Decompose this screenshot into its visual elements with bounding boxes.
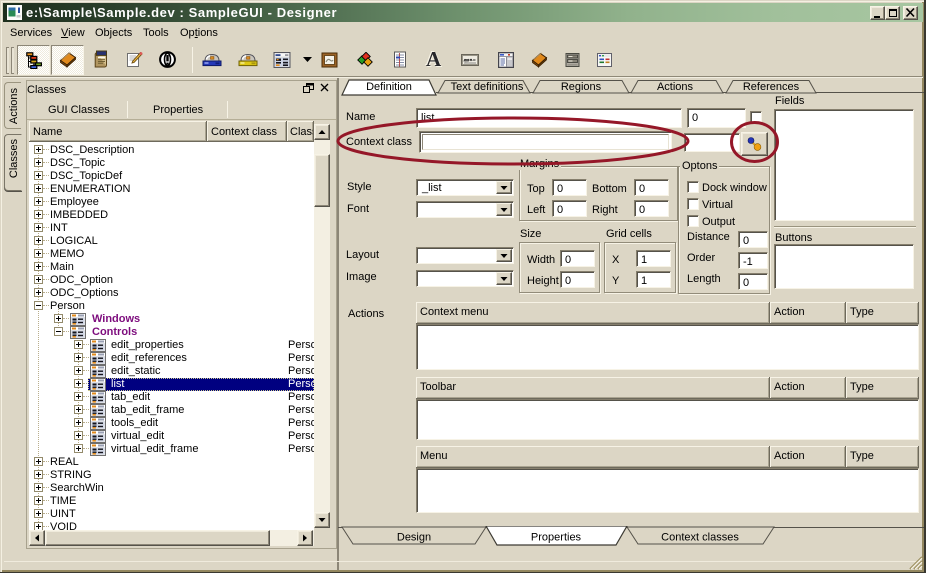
svg-text:Regions: Regions xyxy=(561,81,602,93)
svg-text:Text definitions: Text definitions xyxy=(451,81,524,93)
svg-text:Actions: Actions xyxy=(657,81,694,93)
svg-text:Design: Design xyxy=(397,532,431,544)
svg-text:Properties: Properties xyxy=(531,532,582,544)
svg-text:Context classes: Context classes xyxy=(661,532,739,544)
svg-text:References: References xyxy=(743,81,800,93)
svg-text:Definition: Definition xyxy=(366,81,412,93)
